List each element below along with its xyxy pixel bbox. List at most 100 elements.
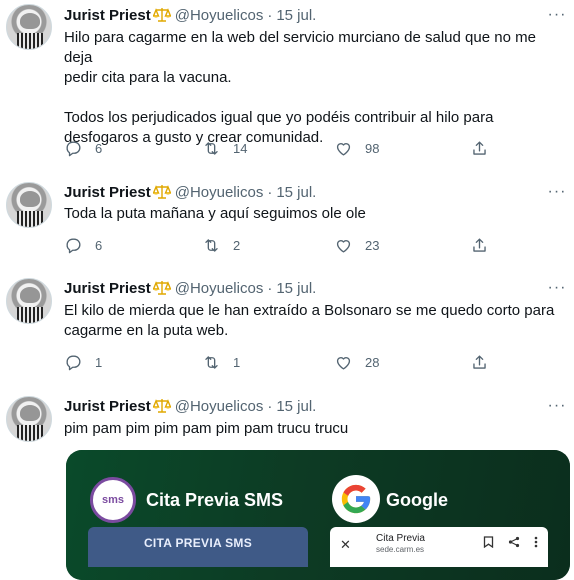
like-count: 98: [365, 140, 380, 156]
reply-count: 6: [95, 140, 103, 156]
like-button[interactable]: 28: [334, 350, 379, 374]
browser-title: Cita Previa: [376, 533, 425, 544]
tweet-text: pim pam pim pim pam pim pam trucu trucu: [64, 419, 564, 439]
tweet[interactable]: Jurist Priest @Hoyuelicos · 15 jul. ··· …: [0, 176, 574, 262]
browser-url: sede.carm.es: [376, 545, 425, 554]
retweet-button[interactable]: 14: [202, 136, 247, 160]
author-name[interactable]: Jurist Priest: [64, 184, 151, 201]
avatar[interactable]: [6, 396, 52, 442]
text-line: pim pam pim pim pam pim pam trucu trucu: [64, 420, 349, 437]
separator-dot: ·: [267, 397, 273, 415]
retweet-icon: [205, 141, 218, 155]
text-line: cagarme en la puta web.: [64, 322, 229, 339]
sms-logo-text: sms: [101, 494, 125, 506]
share-icon: [473, 237, 486, 252]
browser-card: ✕ Cita Previa sede.carm.es: [330, 527, 548, 567]
retweet-count: 14: [233, 140, 248, 156]
google-logo: [332, 475, 380, 523]
avatar[interactable]: [6, 278, 52, 324]
retweet-count: 2: [233, 237, 241, 253]
more-icon[interactable]: ···: [546, 5, 568, 25]
sms-panel-label: CITA PREVIA SMS: [143, 536, 253, 550]
author-name[interactable]: Jurist Priest: [64, 398, 151, 415]
sms-panel: CITA PREVIA SMS: [88, 527, 308, 567]
author-handle[interactable]: @Hoyuelicos: [175, 7, 264, 24]
tweet-date[interactable]: 15 jul.: [276, 7, 316, 24]
author-name[interactable]: Jurist Priest: [64, 7, 151, 24]
close-icon: ✕: [340, 537, 351, 552]
kebab-menu-icon: [534, 536, 538, 548]
scale-icon: [152, 8, 171, 22]
scale-icon: [152, 281, 171, 295]
more-icon[interactable]: ···: [546, 278, 568, 298]
share-icon: [508, 536, 520, 548]
share-button[interactable]: [470, 233, 489, 257]
bookmark-icon: [483, 536, 494, 548]
text-line: Hilo para cagarme en la web del servicio…: [64, 29, 536, 66]
reply-icon: [66, 237, 81, 253]
scale-icon: [152, 399, 171, 413]
avatar[interactable]: [6, 4, 52, 50]
author-handle[interactable]: @Hoyuelicos: [175, 280, 264, 297]
text-line: Toda la puta mañana y aquí seguimos ole …: [64, 205, 366, 222]
retweet-count: 1: [233, 354, 241, 370]
retweet-button[interactable]: 1: [202, 350, 240, 374]
like-count: 23: [365, 237, 380, 253]
text-line: [64, 88, 564, 108]
retweet-icon: [205, 355, 218, 369]
share-icon: [473, 354, 486, 369]
tweet-date[interactable]: 15 jul.: [276, 280, 316, 297]
separator-dot: ·: [267, 279, 273, 297]
like-button[interactable]: 23: [334, 233, 379, 257]
avatar[interactable]: [6, 182, 52, 228]
google-g-icon: [341, 484, 371, 514]
text-line: El kilo de mierda que le han extraído a …: [64, 302, 555, 319]
reply-button[interactable]: 6: [64, 233, 102, 257]
tweet-date[interactable]: 15 jul.: [276, 184, 316, 201]
author-handle[interactable]: @Hoyuelicos: [175, 398, 264, 415]
share-button[interactable]: [470, 136, 489, 160]
tweet-media-image[interactable]: sms Cita Previa SMS Google CITA PREVIA S…: [66, 450, 570, 580]
retweet-button[interactable]: 2: [202, 233, 240, 257]
tweet-actions: 6 2 23: [64, 233, 504, 257]
author-handle[interactable]: @Hoyuelicos: [175, 184, 264, 201]
share-button[interactable]: [470, 350, 489, 374]
reply-icon: [66, 354, 81, 370]
tweet[interactable]: Jurist Priest @Hoyuelicos · 15 jul. ··· …: [0, 0, 574, 170]
tweet-text: Toda la puta mañana y aquí seguimos ole …: [64, 204, 564, 224]
separator-dot: ·: [267, 6, 273, 24]
separator-dot: ·: [267, 183, 273, 201]
tweet-header: Jurist Priest @Hoyuelicos · 15 jul.: [64, 5, 316, 25]
more-icon[interactable]: ···: [546, 396, 568, 416]
text-line: Todos los perjudicados igual que yo podé…: [64, 109, 494, 126]
retweet-icon: [205, 238, 218, 252]
like-icon: [336, 239, 351, 253]
like-count: 28: [365, 354, 380, 370]
tweet-date[interactable]: 15 jul.: [276, 398, 316, 415]
tweet-header: Jurist Priest @Hoyuelicos · 15 jul.: [64, 396, 316, 416]
tweet[interactable]: Jurist Priest @Hoyuelicos · 15 jul. ··· …: [0, 272, 574, 382]
reply-icon: [66, 140, 81, 156]
tweet-text: El kilo de mierda que le han extraído a …: [64, 301, 564, 341]
share-icon: [473, 140, 486, 155]
author-name[interactable]: Jurist Priest: [64, 280, 151, 297]
scale-icon: [152, 185, 171, 199]
tweet-text: Hilo para cagarme en la web del servicio…: [64, 28, 564, 148]
reply-count: 6: [95, 237, 103, 253]
tweet-actions: 6 14 98: [64, 136, 504, 160]
reply-count: 1: [95, 354, 103, 370]
tweet-header: Jurist Priest @Hoyuelicos · 15 jul.: [64, 278, 316, 298]
browser-toolbar: [483, 536, 538, 548]
reply-button[interactable]: 1: [64, 350, 102, 374]
sms-logo: sms: [90, 477, 136, 523]
tweet-header: Jurist Priest @Hoyuelicos · 15 jul.: [64, 182, 316, 202]
reply-button[interactable]: 6: [64, 136, 102, 160]
more-icon[interactable]: ···: [546, 182, 568, 202]
like-icon: [336, 356, 351, 370]
media-title-google: Google: [386, 490, 448, 510]
text-line: pedir cita para la vacuna.: [64, 69, 232, 86]
like-icon: [336, 142, 351, 156]
tweet-actions: 1 1 28: [64, 350, 504, 374]
media-title-cita-previa: Cita Previa SMS: [146, 490, 284, 510]
like-button[interactable]: 98: [334, 136, 379, 160]
